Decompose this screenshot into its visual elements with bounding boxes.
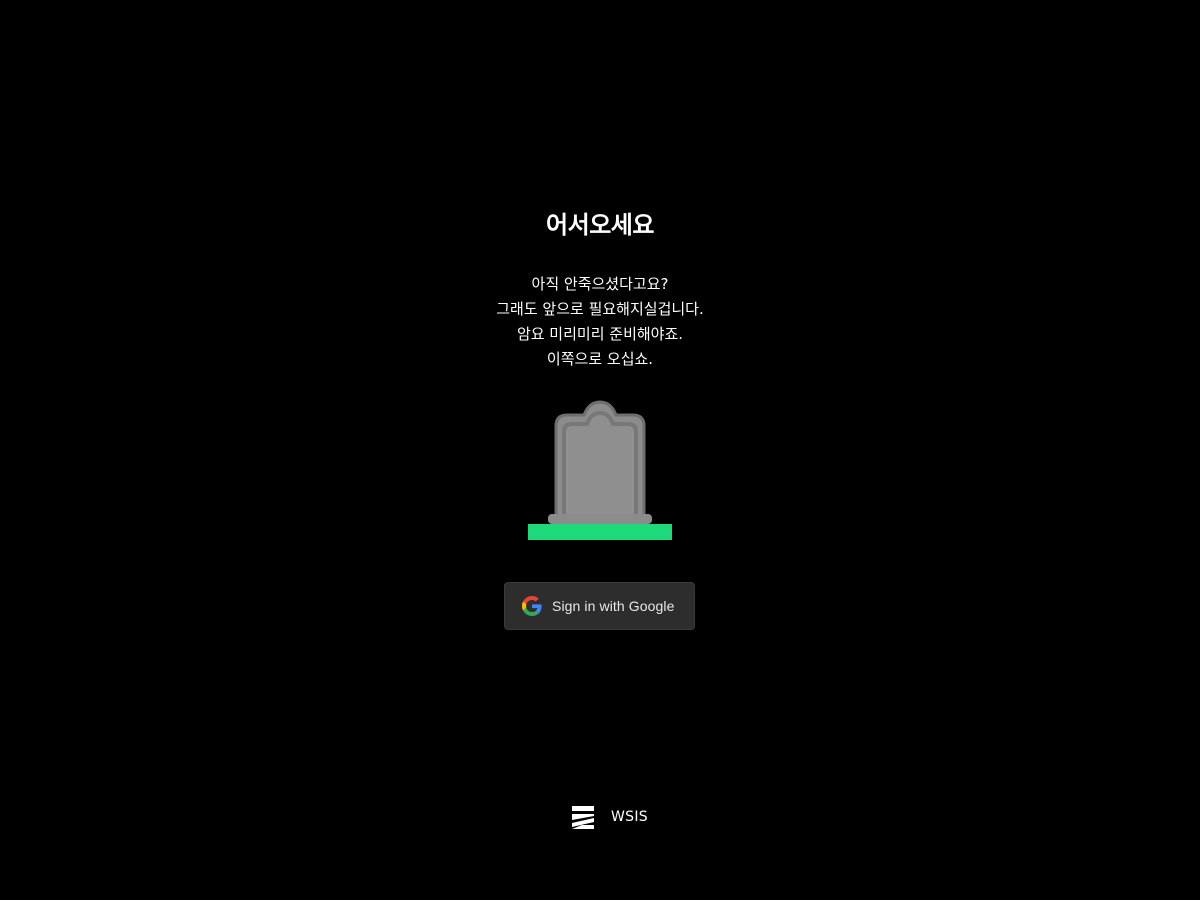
wsis-logo-icon — [570, 804, 596, 830]
welcome-line-2: 그래도 앞으로 필요해지실겁니다. — [496, 300, 704, 318]
footer-brand: WSIS — [570, 803, 648, 831]
welcome-line-3: 암요 미리미리 준비해야죠. — [516, 325, 684, 343]
brand-name: WSIS — [611, 809, 648, 825]
google-icon — [522, 596, 542, 616]
login-page: 어서오세요 아직 안죽으셨다고요? 그래도 앞으로 필요해지실겁니다. 암요 미… — [0, 0, 1200, 900]
google-signin-button[interactable]: Sign in with Google — [504, 582, 695, 630]
tombstone-icon — [526, 400, 674, 542]
welcome-line-4: 이쪽으로 오십쇼. — [546, 350, 654, 368]
welcome-message: 아직 안죽으셨다고요? 그래도 앞으로 필요해지실겁니다. 암요 미리미리 준비… — [0, 272, 1200, 372]
page-title: 어서오세요 — [546, 211, 654, 239]
welcome-line-1: 아직 안죽으셨다고요? — [531, 275, 669, 293]
google-signin-label: Sign in with Google — [552, 598, 675, 614]
